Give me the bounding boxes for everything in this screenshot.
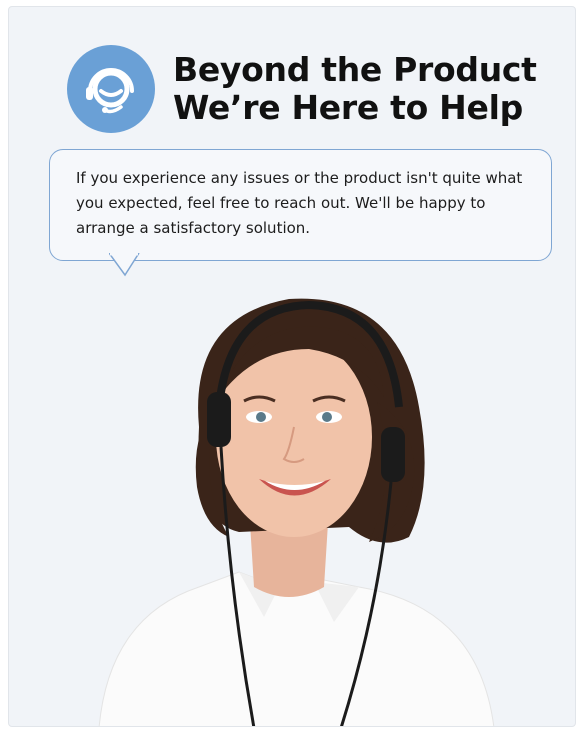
page-title: Beyond the Product We’re Here to Help — [173, 51, 537, 127]
headset-support-icon — [86, 68, 134, 114]
support-agent-photo — [98, 298, 495, 726]
title-line-2: We’re Here to Help — [173, 88, 523, 127]
bubble-text: If you experience any issues or the prod… — [76, 169, 523, 237]
speech-bubble: If you experience any issues or the prod… — [49, 149, 552, 261]
title-line-1: Beyond the Product — [173, 50, 537, 89]
support-card: Beyond the Product We’re Here to Help If… — [8, 6, 576, 727]
header: Beyond the Product We’re Here to Help — [67, 45, 537, 133]
support-badge — [67, 45, 155, 133]
speech-bubble-tail — [109, 253, 140, 277]
